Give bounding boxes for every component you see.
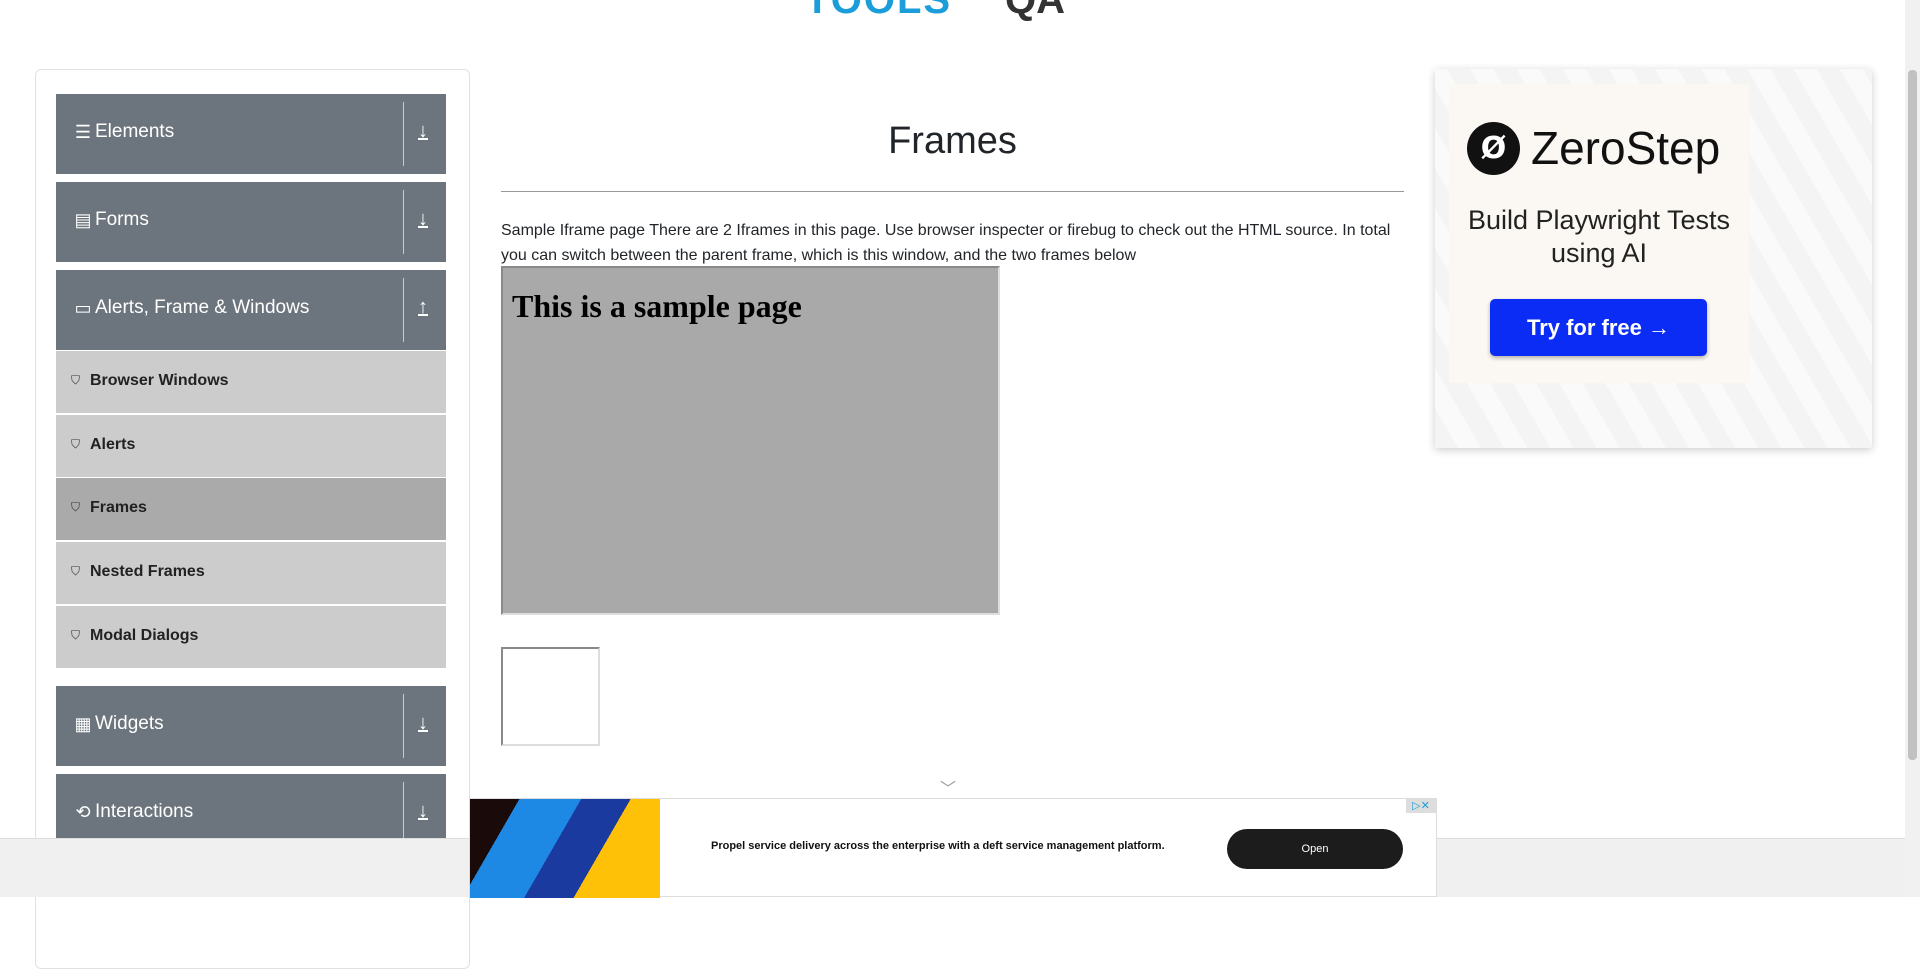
hamburger-icon: ☰ — [74, 122, 92, 142]
divider — [403, 102, 404, 166]
try-for-free-button[interactable]: Try for free → — [1490, 299, 1707, 356]
item-label: Browser Windows — [90, 372, 229, 389]
sidebar-item-frames[interactable]: ⛉ Frames — [56, 478, 446, 541]
window-icon: ▭ — [74, 298, 92, 318]
scrollbar[interactable] — [1905, 0, 1920, 897]
sidebar-group-elements[interactable]: ☰ Elements ↓ — [56, 94, 446, 174]
item-label: Modal Dialogs — [90, 627, 199, 644]
item-label: Alerts — [90, 436, 136, 453]
arrow-down-icon[interactable]: ↓ — [418, 800, 428, 823]
arrow-down-icon[interactable]: ↓ — [418, 208, 428, 231]
logo-qa-text[interactable]: QA — [1005, 0, 1065, 23]
sidebar-item-browser-windows[interactable]: ⛉ Browser Windows — [56, 351, 446, 414]
group-label: Widgets — [95, 713, 164, 734]
ad-brand: ZeroStep — [1531, 122, 1721, 174]
page-title: Frames — [888, 120, 1017, 162]
ad-text: Propel service delivery across the enter… — [711, 840, 1165, 852]
ad-image — [470, 799, 660, 898]
page-description: Sample Iframe page There are 2 Iframes i… — [501, 222, 1391, 264]
sidebar-group-widgets[interactable]: ▦ Widgets ↓ — [56, 686, 446, 766]
chevron-down-icon[interactable]: ﹀ — [940, 775, 956, 799]
scrollbar-thumb[interactable] — [1908, 70, 1917, 760]
ad-close-icon[interactable]: ▷✕ — [1406, 799, 1436, 813]
sidebar-group-alerts-frame-windows[interactable]: ▭ Alerts, Frame & Windows ↑ — [56, 270, 446, 350]
arrow-down-icon[interactable]: ↓ — [418, 120, 428, 143]
group-label: Alerts, Frame & Windows — [95, 297, 310, 318]
widgets-icon: ▦ — [74, 714, 92, 734]
divider — [403, 694, 404, 758]
html5-icon: ⛉ — [71, 373, 81, 387]
arrow-up-icon[interactable]: ↑ — [418, 296, 428, 319]
iframe-frame1[interactable]: This is a sample page — [501, 266, 1000, 615]
interactions-icon: ⟲ — [75, 802, 91, 822]
document-icon: ▤ — [74, 210, 92, 230]
html5-icon: ⛉ — [71, 437, 81, 451]
sidebar-item-nested-frames[interactable]: ⛉ Nested Frames — [56, 542, 446, 605]
ad-open-button[interactable]: Open — [1227, 829, 1403, 869]
iframe-frame2[interactable] — [501, 647, 600, 746]
group-label: Elements — [95, 121, 175, 142]
item-label: Frames — [90, 499, 147, 516]
zerostep-ad[interactable]: Ø ZeroStep Build Playwright Tests using … — [1435, 69, 1872, 448]
sidebar-group-forms[interactable]: ▤ Forms ↓ — [56, 182, 446, 262]
sidebar-item-alerts[interactable]: ⛉ Alerts — [56, 415, 446, 478]
bottom-ad[interactable]: Propel service delivery across the enter… — [469, 798, 1437, 898]
item-label: Nested Frames — [90, 563, 205, 580]
divider — [403, 782, 404, 846]
html5-icon: ⛉ — [71, 628, 81, 642]
logo-tools-text[interactable]: TOOLS — [805, 0, 952, 23]
ad-panel: Ø ZeroStep Build Playwright Tests using … — [1449, 84, 1749, 383]
divider — [403, 278, 404, 342]
html5-icon: ⛉ — [71, 500, 81, 514]
arrow-down-icon[interactable]: ↓ — [418, 712, 428, 735]
html5-icon: ⛉ — [71, 564, 81, 578]
divider — [403, 190, 404, 254]
group-label: Forms — [95, 209, 149, 230]
sidebar-item-modal-dialogs[interactable]: ⛉ Modal Dialogs — [56, 606, 446, 669]
group-label: Interactions — [95, 801, 194, 822]
ad-tagline: Build Playwright Tests using AI — [1467, 205, 1731, 268]
title-divider — [501, 191, 1404, 192]
frame1-heading: This is a sample page — [512, 288, 802, 324]
zerostep-logo-icon: Ø — [1467, 122, 1520, 175]
